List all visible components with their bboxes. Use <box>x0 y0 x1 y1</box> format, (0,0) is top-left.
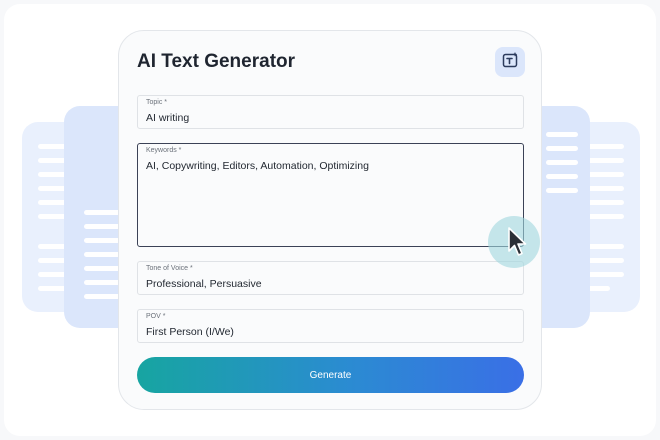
generator-panel: AI Text Generator Topic * AI writing Key… <box>118 30 542 410</box>
mouse-pointer-icon <box>508 227 527 256</box>
text-ai-icon <box>501 51 519 74</box>
page-title: AI Text Generator <box>137 51 296 72</box>
keywords-label: Keywords * <box>146 147 182 154</box>
tone-field[interactable]: Tone of Voice * Professional, Persuasive <box>137 261 524 295</box>
pov-label: POV * <box>146 313 166 320</box>
pov-field[interactable]: POV * First Person (I/We) <box>137 309 524 343</box>
ai-text-button[interactable] <box>495 47 525 77</box>
topic-field[interactable]: Topic * AI writing <box>137 95 524 129</box>
tone-value: Professional, Persuasive <box>146 278 262 290</box>
generate-button[interactable]: Generate <box>137 357 524 393</box>
keywords-textarea[interactable]: Keywords * AI, Copywriting, Editors, Aut… <box>137 143 524 247</box>
topic-label: Topic * <box>146 99 168 106</box>
topic-value: AI writing <box>146 112 190 124</box>
pov-value: First Person (I/We) <box>146 326 234 338</box>
keywords-value: AI, Copywriting, Editors, Automation, Op… <box>146 160 369 172</box>
tone-label: Tone of Voice * <box>146 265 193 272</box>
cursor-highlight <box>488 216 540 268</box>
